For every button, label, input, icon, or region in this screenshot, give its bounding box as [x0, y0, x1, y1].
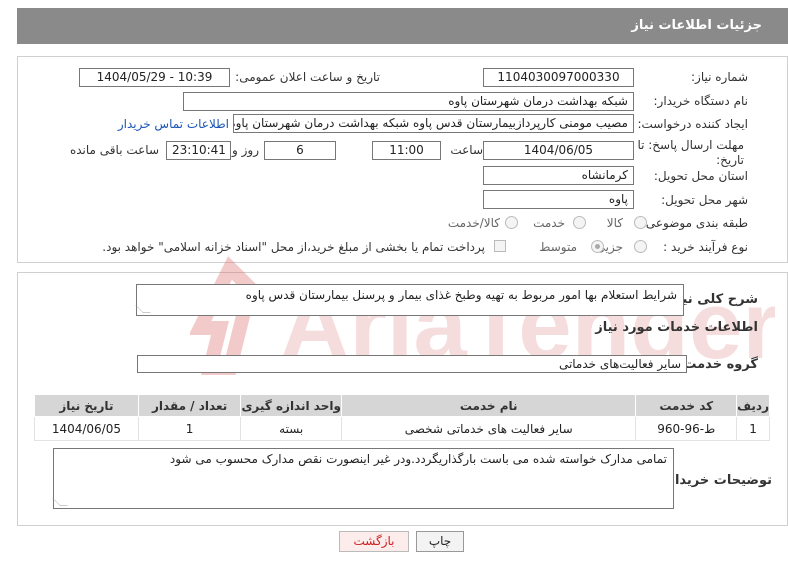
cell-date: 1404/06/05 [34, 416, 139, 441]
days-field: 6 [264, 141, 336, 160]
page-header: جزئیات اطلاعات نیاز [17, 8, 788, 44]
table-row: 1 ط-96-960 سایر فعالیت های خدماتی شخصی ب… [34, 416, 770, 441]
deadline-date-field: 1404/06/05 [483, 141, 634, 160]
remaining-time-field: 23:10:41 [166, 141, 231, 160]
announce-field: 1404/05/29 - 10:39 [79, 68, 230, 87]
col-date: تاریخ نیاز [34, 394, 139, 417]
cell-name: سایر فعالیت های خدماتی شخصی [340, 416, 637, 441]
cell-row: 1 [736, 416, 770, 441]
cell-unit: بسته [240, 416, 342, 441]
watermark-mark [190, 256, 258, 375]
services-table: ردیف کد خدمت نام خدمت واحد اندازه گیری ت… [34, 394, 770, 441]
category-goods-service-label: کالا/خدمت [447, 216, 500, 230]
buyer-notes-textarea: تمامی مدارک خواسته شده می باست بارگذاریگ… [52, 448, 674, 509]
resize-grip-icon[interactable] [52, 498, 68, 506]
contact-buyer-link[interactable]: اطلاعات تماس خریدار [118, 117, 229, 131]
city-field: پاوه [483, 190, 634, 209]
page-title: جزئیات اطلاعات نیاز [631, 18, 762, 33]
buyer-org-label: نام دستگاه خریدار: [653, 94, 749, 108]
category-goods-service-radio[interactable] [505, 216, 518, 229]
col-qty: تعداد / مقدار [137, 394, 242, 417]
category-label: طبقه بندی موضوعی: [641, 216, 748, 230]
requester-label: ایجاد کننده درخواست: [637, 117, 748, 131]
category-goods-radio[interactable] [634, 216, 647, 229]
col-row: ردیف [736, 394, 770, 417]
category-service-radio[interactable] [573, 216, 586, 229]
buyer-notes-text: تمامی مدارک خواسته شده می باست بارگذاریگ… [169, 452, 667, 466]
requester-field: مصیب مومنی کارپردازبیمارستان قدس پاوه شب… [233, 114, 634, 133]
back-button[interactable]: بازگشت [339, 531, 409, 552]
province-field: کرمانشاه [483, 166, 634, 185]
need-number-label: شماره نیاز: [691, 70, 748, 84]
buyer-notes-label: توضیحات خریدار: [662, 473, 772, 488]
description-textarea: شرایط استعلام بها امور مربوط به تهیه وطب… [135, 284, 684, 316]
buyer-org-field: شبکه بهداشت درمان شهرستان پاوه [183, 92, 634, 111]
remaining-label: ساعت باقی مانده [69, 143, 159, 157]
service-group-field: سایر فعالیت‌های خدماتی [137, 355, 687, 373]
announce-label: تاریخ و ساعت اعلان عمومی: [235, 70, 380, 84]
col-name: نام خدمت [340, 394, 637, 417]
services-section-title: اطلاعات خدمات مورد نیاز [595, 320, 758, 335]
service-group-label: گروه خدمت: [678, 357, 758, 372]
category-service-label: خدمت [533, 216, 565, 230]
col-code: کد خدمت [635, 394, 738, 417]
deadline-label: مهلت ارسال پاسخ: تا تاریخ: [637, 138, 744, 167]
cell-code: ط-96-960 [635, 416, 738, 441]
print-button[interactable]: چاپ [416, 531, 464, 552]
days-label: روز و [232, 143, 259, 157]
cell-qty: 1 [137, 416, 242, 441]
deadline-time-field: 11:00 [372, 141, 441, 160]
need-number-field: 1104030097000330 [483, 68, 634, 87]
deadline-time-label: ساعت [450, 143, 483, 157]
col-unit: واحد اندازه گیری [240, 394, 342, 417]
resize-grip-icon[interactable] [135, 305, 151, 313]
services-table-header: ردیف کد خدمت نام خدمت واحد اندازه گیری ت… [34, 394, 770, 417]
province-label: استان محل تحویل: [653, 169, 748, 183]
description-text: شرایط استعلام بها امور مربوط به تهیه وطب… [245, 288, 677, 302]
city-label: شهر محل تحویل: [661, 193, 748, 207]
category-goods-label: کالا [606, 216, 623, 230]
